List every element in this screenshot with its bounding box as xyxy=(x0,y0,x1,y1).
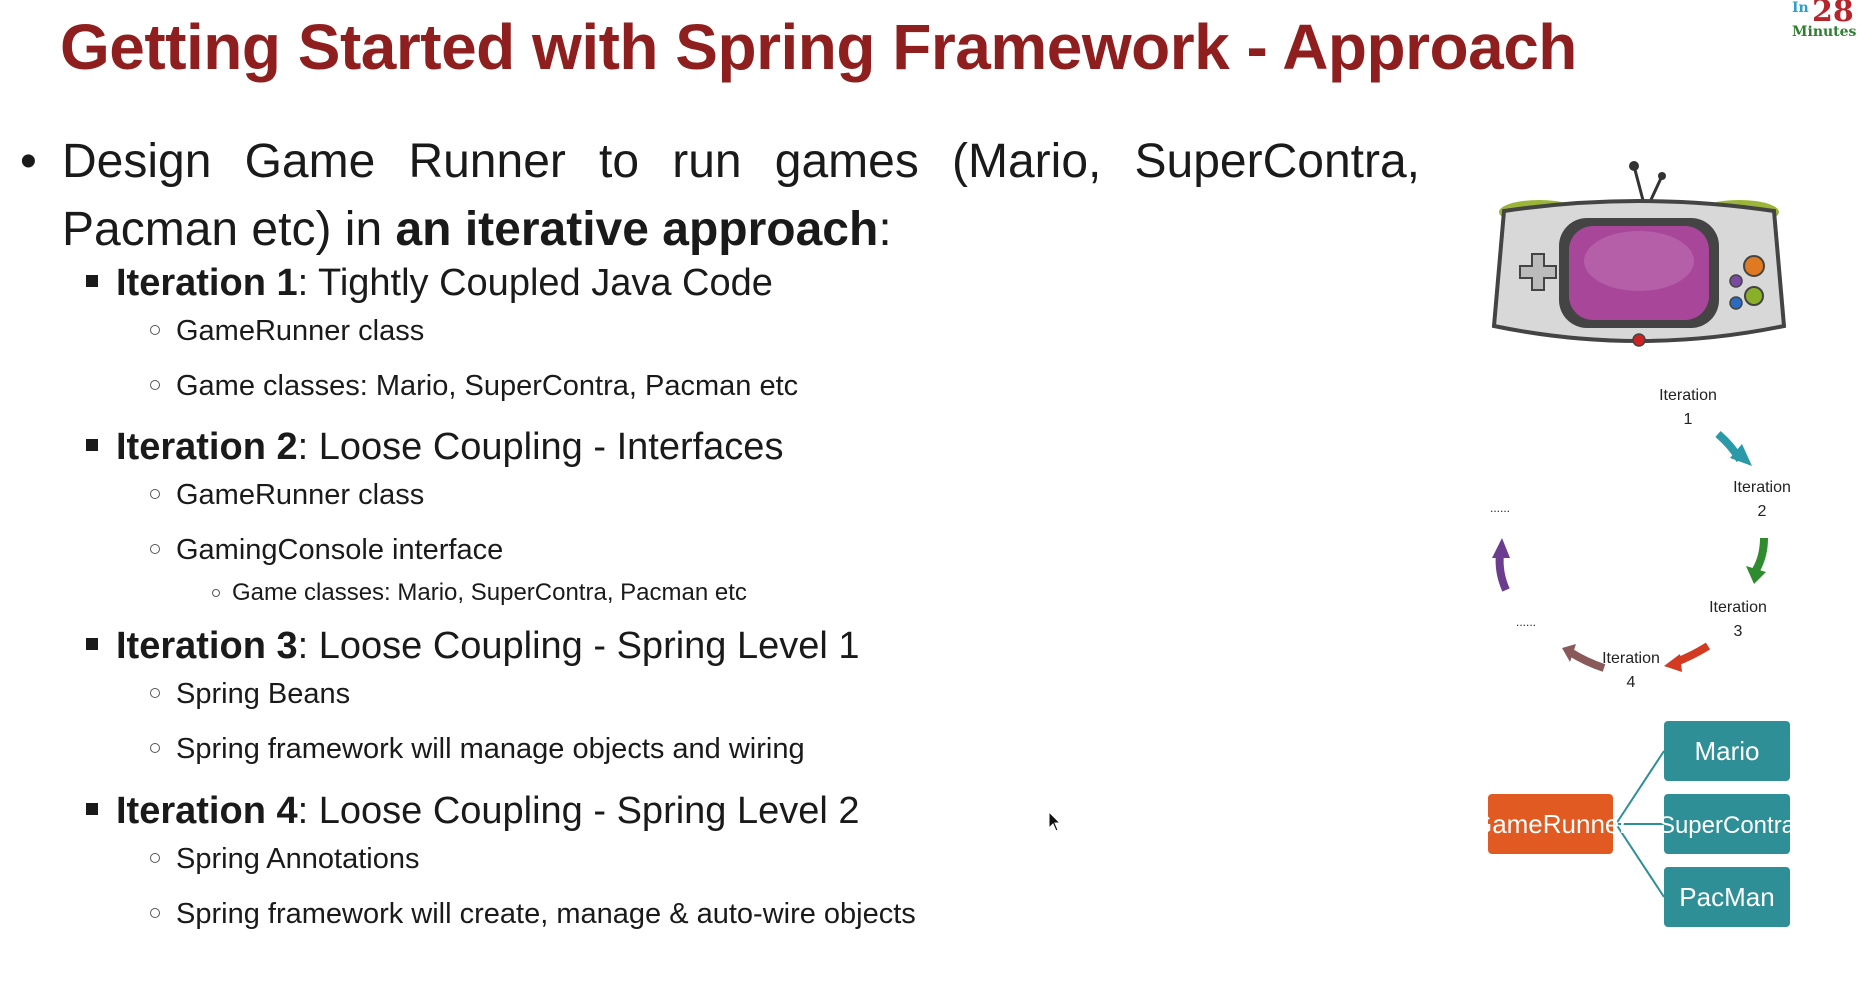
iteration-1-heading: Iteration 1: Tightly Coupled Java Code xyxy=(86,262,773,305)
iteration-cycle-diagram: Iteration 1 Iteration 2 Iteration 3 Iter… xyxy=(1490,387,1791,691)
square-bullet-icon xyxy=(86,275,98,287)
cycle-node-2-number: 2 xyxy=(1758,503,1767,520)
iteration-2-subitem-1: Game classes: Mario, SuperContra, Pacman… xyxy=(212,579,747,607)
main-bullet: • Design Game Runner to run games (Mario… xyxy=(20,128,1420,264)
iteration-2-heading: Iteration 2: Loose Coupling - Interfaces xyxy=(86,426,783,469)
mario-label: Mario xyxy=(1694,736,1759,766)
cycle-arrow-4 xyxy=(1567,648,1606,672)
circle-bullet-icon xyxy=(150,908,160,918)
circle-bullet-icon xyxy=(150,325,160,335)
cycle-node-4-label: Iteration xyxy=(1602,650,1660,667)
iteration-2-item-2: GamingConsole interface xyxy=(150,534,503,567)
cycle-node-1-label: Iteration xyxy=(1659,387,1717,404)
cycle-node-4-number: 4 xyxy=(1627,674,1636,691)
gamerunner-flow-diagram: GameRunner Mario SuperContra PacMan xyxy=(1480,721,1796,927)
circle-bullet-icon xyxy=(150,688,160,698)
cycle-arrow-2 xyxy=(1752,537,1768,572)
iteration-1-item-1: GameRunner class xyxy=(150,315,424,348)
bullet-dot: • xyxy=(20,135,37,188)
square-bullet-icon xyxy=(86,638,98,650)
circle-bullet-icon xyxy=(212,589,220,597)
iteration-4-item-2: Spring framework will create, manage & a… xyxy=(150,898,916,931)
circle-bullet-icon xyxy=(150,853,160,863)
circle-bullet-icon xyxy=(150,489,160,499)
cycle-ellipsis-2: ...... xyxy=(1516,615,1536,629)
cycle-arrow-3 xyxy=(1674,642,1711,666)
circle-bullet-icon xyxy=(150,544,160,554)
slide-title: Getting Started with Spring Framework - … xyxy=(60,11,1577,83)
cycle-arrow-5 xyxy=(1495,553,1510,592)
iteration-3-item-1: Spring Beans xyxy=(150,678,350,711)
in28minutes-logo: In 28 Minutes xyxy=(1792,0,1857,40)
square-bullet-icon xyxy=(86,803,98,815)
iteration-3-heading: Iteration 3: Loose Coupling - Spring Lev… xyxy=(86,625,860,668)
circle-bullet-icon xyxy=(150,743,160,753)
cycle-node-2-label: Iteration xyxy=(1733,479,1791,496)
cycle-node-3-number: 3 xyxy=(1734,623,1743,640)
supercontra-label: SuperContra xyxy=(1659,812,1796,839)
iteration-1-item-2: Game classes: Mario, SuperContra, Pacman… xyxy=(150,370,798,403)
iteration-3-item-2: Spring framework will manage objects and… xyxy=(150,733,805,766)
cycle-node-3-label: Iteration xyxy=(1709,599,1767,616)
mouse-cursor-icon xyxy=(1048,811,1062,832)
square-bullet-icon xyxy=(86,439,98,451)
game-console-illustration xyxy=(1491,161,1787,347)
iteration-4-heading: Iteration 4: Loose Coupling - Spring Lev… xyxy=(86,790,860,833)
pacman-label: PacMan xyxy=(1679,882,1774,912)
circle-bullet-icon xyxy=(150,380,160,390)
iteration-2-item-1: GameRunner class xyxy=(150,479,424,512)
cycle-node-1-number: 1 xyxy=(1684,411,1693,428)
iteration-4-item-1: Spring Annotations xyxy=(150,843,419,876)
cycle-ellipsis-1: ...... xyxy=(1490,501,1510,515)
gamerunner-label: GameRunner xyxy=(1480,809,1628,839)
